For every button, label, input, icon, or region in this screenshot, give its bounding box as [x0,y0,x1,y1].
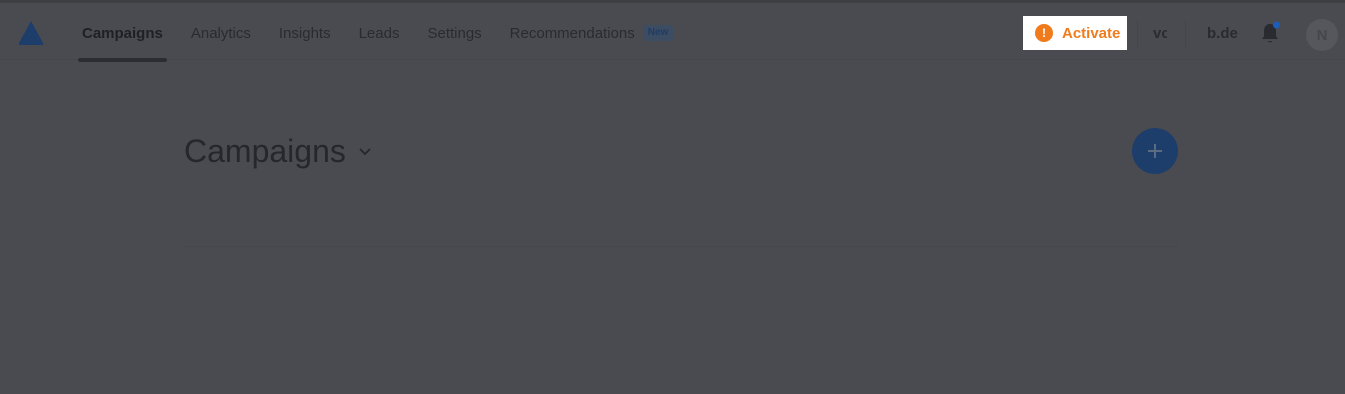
warning-icon: ! [1035,24,1053,42]
nav-tab-recommendations-label: Recommendations [509,24,635,42]
top-navigation-bar: Campaigns Analytics Insights Leads Setti… [0,0,1345,63]
nav-tab-leads[interactable]: Leads [359,5,400,62]
header-divider [1185,19,1186,47]
notification-dot-icon [1273,21,1280,29]
new-badge: New [642,24,674,41]
add-campaign-button[interactable] [1132,128,1178,174]
nav-tab-leads-label: Leads [358,24,400,42]
content-divider [184,246,1178,247]
avatar[interactable]: N [1306,19,1338,51]
page-title[interactable]: Campaigns [184,133,372,170]
nav-tab-recommendations[interactable]: Recommendations New [510,5,674,62]
chevron-down-icon [359,147,371,155]
logo-icon[interactable] [16,19,46,47]
header-divider [1137,19,1138,47]
page-title-text: Campaigns [184,133,346,169]
nav-tab-settings-label: Settings [427,24,482,42]
nav-tab-analytics[interactable]: Analytics [191,5,251,62]
account-switcher-text[interactable]: vc [1153,25,1167,42]
activate-button[interactable]: ! Activate [1023,16,1127,50]
nav-tab-campaigns[interactable]: Campaigns [78,5,167,62]
nav-tab-settings[interactable]: Settings [427,5,481,62]
nav-tab-analytics-label: Analytics [190,24,251,42]
domain-text[interactable]: b.de [1207,25,1238,42]
plus-icon [1148,144,1162,158]
bell-icon[interactable] [1259,21,1281,45]
main-nav: Campaigns Analytics Insights Leads Setti… [78,3,701,63]
activate-label: Activate [1062,24,1121,42]
nav-tab-campaigns-label: Campaigns [82,24,163,42]
nav-tab-insights[interactable]: Insights [279,5,331,62]
nav-tab-insights-label: Insights [278,24,331,42]
